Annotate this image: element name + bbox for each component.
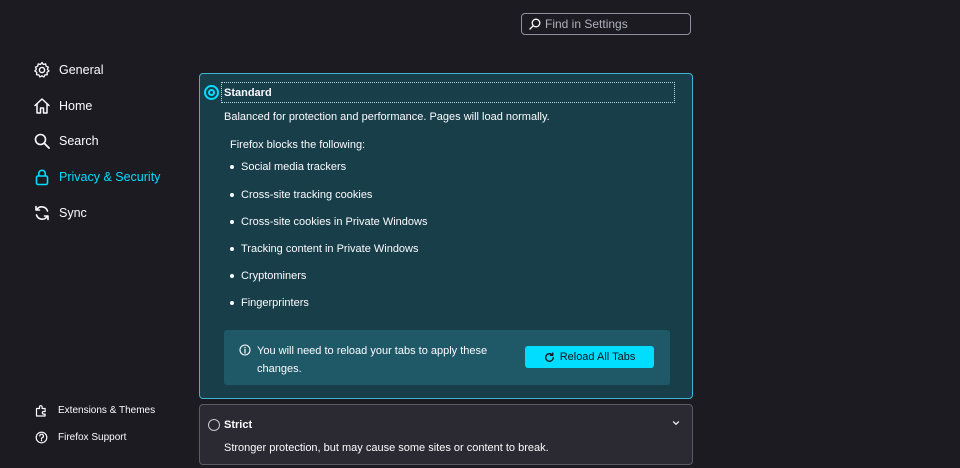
strict-title: Strict bbox=[224, 419, 253, 431]
search-box[interactable] bbox=[521, 13, 691, 35]
sidebar-item-privacy-security[interactable]: Privacy & Security bbox=[33, 165, 160, 189]
sidebar-item-label: Privacy & Security bbox=[59, 170, 161, 184]
sync-icon bbox=[33, 204, 51, 222]
list-item: Fingerprinters bbox=[230, 297, 309, 309]
sidebar-item-label: Home bbox=[59, 99, 93, 113]
strict-radio[interactable] bbox=[208, 419, 220, 431]
lock-icon bbox=[33, 168, 51, 186]
puzzle-icon bbox=[35, 404, 48, 417]
standard-description: Balanced for protection and performance.… bbox=[224, 111, 550, 123]
bullet bbox=[230, 193, 234, 197]
chevron-down-icon[interactable] bbox=[671, 418, 681, 428]
sidebar-item-home[interactable]: Home bbox=[33, 94, 92, 118]
standard-title: Standard bbox=[224, 87, 272, 99]
footer-item-extensions-themes[interactable]: Extensions & Themes bbox=[35, 404, 155, 417]
footer-item-label: Extensions & Themes bbox=[58, 405, 156, 416]
home-icon bbox=[33, 97, 51, 115]
strict-description: Stronger protection, but may cause some … bbox=[224, 442, 549, 454]
list-item: Tracking content in Private Windows bbox=[230, 243, 419, 255]
info-icon bbox=[239, 343, 251, 356]
list-item: Cross-site tracking cookies bbox=[230, 189, 372, 201]
reload-message: You will need to reload your tabs to app… bbox=[257, 345, 488, 375]
search-icon bbox=[528, 17, 542, 31]
gear-icon bbox=[33, 61, 51, 79]
reload-notice: You will need to reload your tabs to app… bbox=[224, 330, 670, 385]
standard-protection-card[interactable]: Standard Balanced for protection and per… bbox=[199, 73, 693, 399]
bullet bbox=[230, 165, 234, 169]
list-item-label: Social media trackers bbox=[241, 161, 347, 173]
sidebar-item-general[interactable]: General bbox=[33, 58, 103, 82]
bullet bbox=[230, 247, 234, 251]
list-item-label: Cryptominers bbox=[241, 270, 307, 282]
reload-icon bbox=[544, 351, 555, 363]
sidebar-item-label: Sync bbox=[59, 206, 87, 220]
standard-radio[interactable] bbox=[204, 85, 219, 100]
list-item: Cryptominers bbox=[230, 270, 306, 282]
footer-item-label: Firefox Support bbox=[58, 432, 127, 443]
list-item-label: Cross-site cookies in Private Windows bbox=[241, 216, 428, 228]
help-icon bbox=[35, 431, 48, 444]
strict-protection-card[interactable]: Strict Stronger protection, but may caus… bbox=[199, 404, 693, 465]
list-item-label: Cross-site tracking cookies bbox=[241, 189, 373, 201]
list-item: Cross-site cookies in Private Windows bbox=[230, 216, 427, 228]
blocks-heading: Firefox blocks the following: bbox=[230, 139, 366, 151]
list-item-label: Fingerprinters bbox=[241, 297, 309, 309]
focus-outline bbox=[221, 82, 675, 103]
sidebar-item-label: General bbox=[59, 63, 104, 77]
reload-all-tabs-button[interactable]: Reload All Tabs bbox=[525, 346, 654, 368]
bullet bbox=[230, 220, 234, 224]
sidebar-item-search[interactable]: Search bbox=[33, 129, 99, 153]
settings-page: General Home Search Privacy & Security S… bbox=[0, 0, 960, 468]
list-item: Social media trackers bbox=[230, 161, 346, 173]
list-item-label: Tracking content in Private Windows bbox=[241, 243, 419, 255]
bullet bbox=[230, 301, 234, 305]
footer-item-firefox-support[interactable]: Firefox Support bbox=[35, 431, 126, 444]
bullet bbox=[230, 274, 234, 278]
search-icon bbox=[33, 132, 51, 150]
reload-button-label: Reload All Tabs bbox=[559, 351, 636, 363]
sidebar-item-label: Search bbox=[59, 134, 99, 148]
sidebar-item-sync[interactable]: Sync bbox=[33, 201, 87, 225]
search-input[interactable] bbox=[542, 17, 685, 31]
radio-dot bbox=[208, 89, 215, 96]
